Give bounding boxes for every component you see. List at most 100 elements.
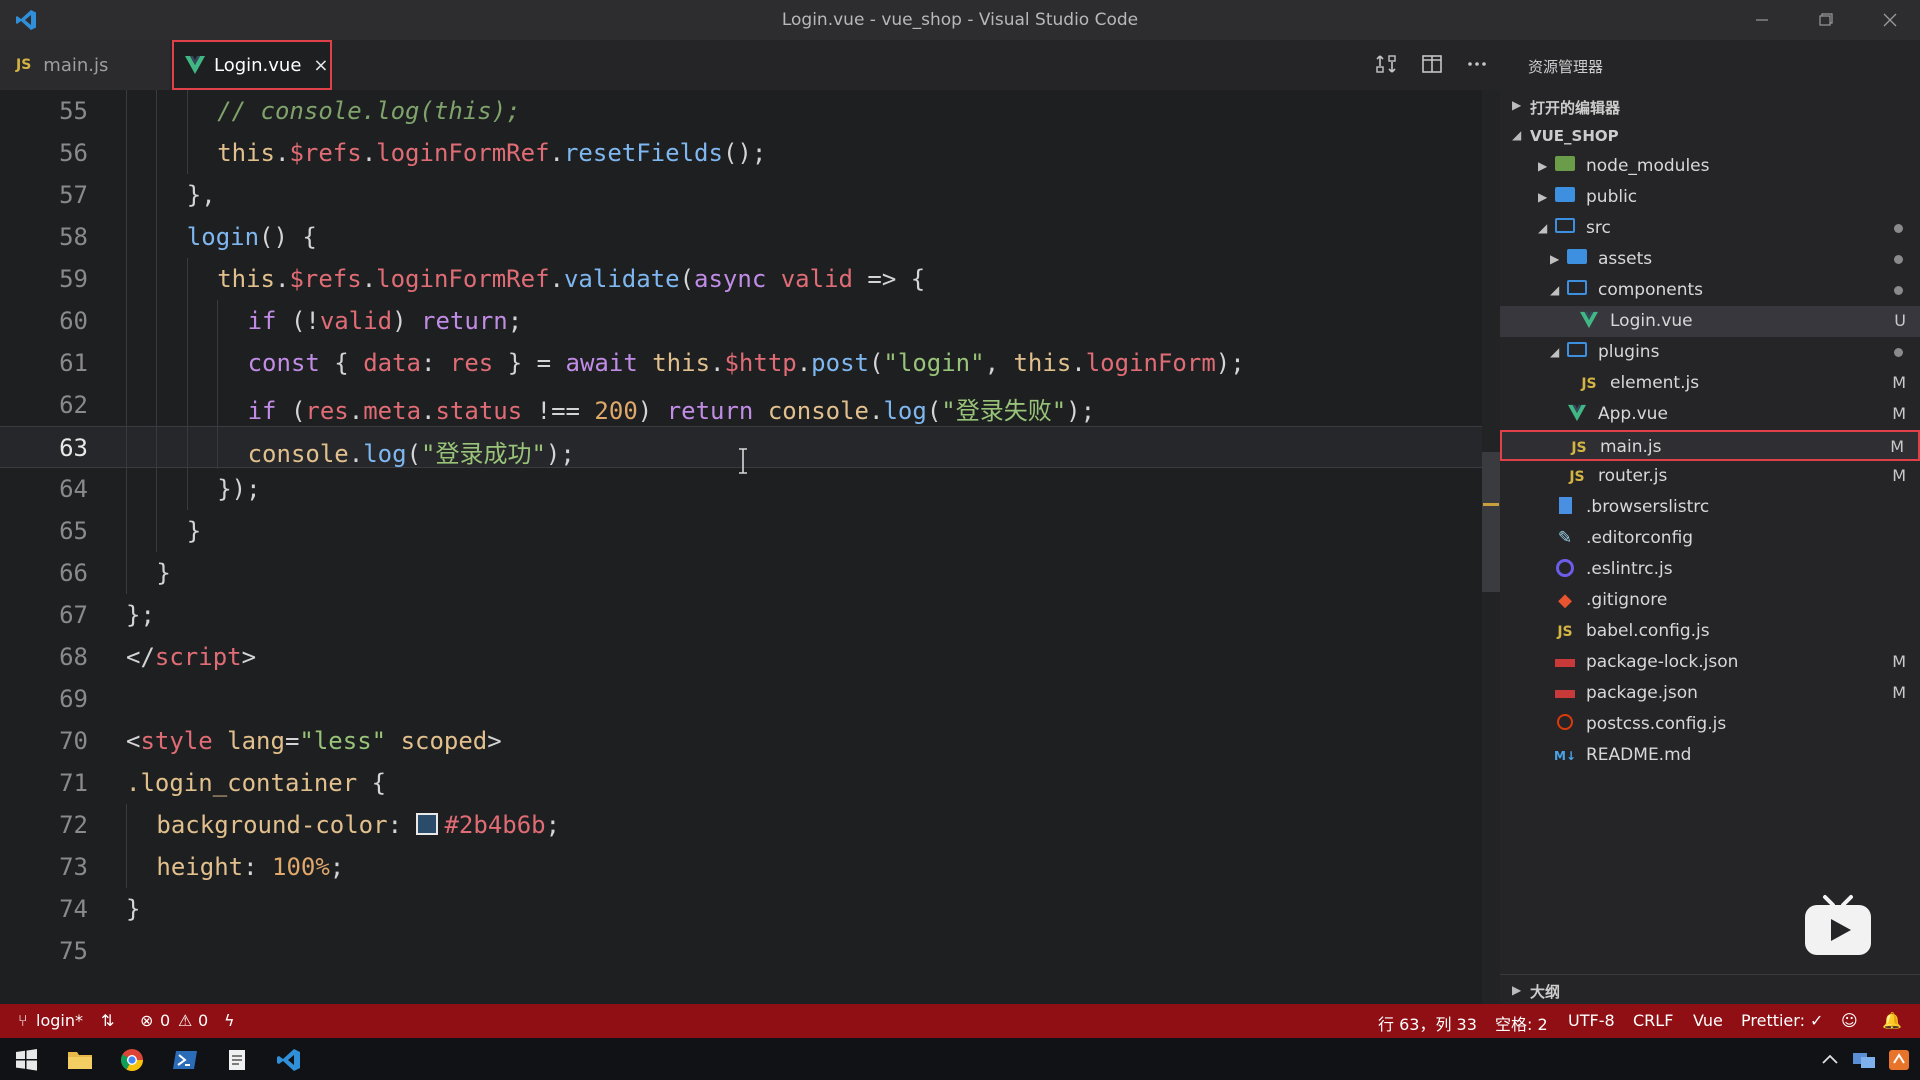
code-text: }; (126, 601, 155, 629)
tab-login-vue[interactable]: Login.vue × (172, 40, 332, 90)
code-line[interactable]: 65} (0, 510, 1500, 552)
vscode-taskbar-icon[interactable] (267, 1043, 311, 1077)
code-line[interactable]: 69 (0, 678, 1500, 720)
notifications-bell-icon[interactable]: 🔔 (1882, 1011, 1902, 1030)
code-line[interactable]: 72 background-color: #2b4b6b; (0, 804, 1500, 846)
code-line[interactable]: 66} (0, 552, 1500, 594)
indent-guide (126, 510, 127, 552)
chevron-right-icon[interactable]: ▶ (1550, 252, 1559, 266)
restore-icon[interactable] (1808, 6, 1844, 34)
close-window-icon[interactable] (1872, 6, 1908, 34)
git-status-badge: U (1894, 311, 1906, 330)
code-editor[interactable]: 55// console.log(this); 56 this.$refs.logi… (0, 90, 1500, 1004)
chrome-icon[interactable] (110, 1043, 154, 1077)
code-line[interactable]: 73 height: 100%; (0, 846, 1500, 888)
tree-item[interactable]: JS router.js M (1500, 461, 1920, 492)
code-token: ; (329, 853, 345, 881)
lightning-icon[interactable]: ϟ (224, 1011, 235, 1030)
code-line[interactable]: 57}, (0, 174, 1500, 216)
code-line[interactable]: 74} (0, 888, 1500, 930)
chevron-right-icon[interactable]: ▶ (1538, 190, 1547, 204)
error-icon[interactable]: ⊗ (140, 1011, 153, 1030)
error-count[interactable]: 0 (160, 1011, 170, 1030)
tree-item[interactable]: ▶ node_modules (1500, 151, 1920, 182)
tree-item[interactable]: ▶ public (1500, 182, 1920, 213)
line-ending[interactable]: CRLF (1633, 1011, 1673, 1030)
feedback-smiley-icon[interactable]: ☺ (1841, 1011, 1858, 1030)
tree-item[interactable]: ◆ .gitignore (1500, 585, 1920, 616)
code-line[interactable]: 55 // console.log(this); (0, 90, 1500, 132)
code-line[interactable]: 61 const { data: res } = await this.$http… (0, 342, 1500, 384)
outline-section[interactable]: ▶ 大纲 (1500, 974, 1920, 1005)
warning-icon[interactable]: ⚠ (178, 1011, 192, 1030)
tree-item-label: src (1586, 218, 1611, 238)
git-branch-icon[interactable]: ⑂ (18, 1011, 28, 1030)
warning-count[interactable]: 0 (198, 1011, 208, 1030)
code-line[interactable]: 58 login() { (0, 216, 1500, 258)
code-token: ( (679, 265, 695, 293)
file-explorer-icon[interactable] (58, 1043, 102, 1077)
windows-start-icon[interactable] (4, 1043, 48, 1077)
cursor-position[interactable]: 行 63，列 33 (1378, 1011, 1477, 1035)
code-token: ; (545, 811, 561, 839)
code-line[interactable]: 68 </script> (0, 636, 1500, 678)
split-editor-icon[interactable] (1420, 52, 1444, 76)
tree-item[interactable]: App.vue M (1500, 399, 1920, 430)
encoding[interactable]: UTF-8 (1568, 1011, 1615, 1030)
chevron-down-icon[interactable]: ◢ (1550, 345, 1559, 359)
chevron-down-icon[interactable]: ◢ (1538, 221, 1547, 235)
more-actions-icon[interactable] (1465, 52, 1489, 76)
tree-item[interactable]: ✎ .editorconfig (1500, 523, 1920, 554)
tree-item[interactable]: package.json M (1500, 678, 1920, 709)
tree-item[interactable]: ▶ assets (1500, 244, 1920, 275)
source-control-compare-icon[interactable] (1374, 52, 1398, 76)
prettier-status[interactable]: Prettier: ✓ (1741, 1011, 1823, 1030)
tree-item[interactable]: JS element.js M (1500, 368, 1920, 399)
color-swatch-icon[interactable] (416, 813, 439, 835)
code-token: if (247, 397, 277, 425)
chevron-down-icon[interactable]: ◢ (1550, 283, 1559, 297)
indent-guide (156, 90, 158, 132)
tree-item[interactable]: ◢ plugins (1500, 337, 1920, 368)
sync-icon[interactable]: ⇅ (101, 1011, 114, 1030)
tree-item[interactable]: ◢ components (1500, 275, 1920, 306)
chevron-right-icon[interactable]: ▶ (1538, 159, 1547, 173)
project-section[interactable]: ◢ VUE_SHOP (1500, 121, 1920, 151)
code-line[interactable]: 60 if (!valid) return; (0, 300, 1500, 342)
tray-app-icon[interactable] (1878, 1043, 1920, 1077)
code-line[interactable]: 71 .login_container { (0, 762, 1500, 804)
line-number: 68 (59, 643, 88, 671)
line-number: 55 (59, 97, 88, 125)
minimize-icon[interactable] (1744, 6, 1780, 34)
close-tab-icon[interactable]: × (313, 55, 328, 76)
tree-item[interactable]: postcss.config.js (1500, 709, 1920, 740)
editor-scrollbar-thumb[interactable] (1482, 452, 1500, 592)
tree-item[interactable]: ◢ src (1500, 213, 1920, 244)
powershell-icon[interactable] (163, 1043, 207, 1077)
tree-item[interactable]: package-lock.json M (1500, 647, 1920, 678)
tab-main-js[interactable]: JS main.js (0, 40, 170, 90)
tree-item[interactable]: M↓ README.md (1500, 740, 1920, 771)
code-line[interactable]: 70 <style lang="less" scoped> (0, 720, 1500, 762)
code-line[interactable]: 56 this.$refs.loginFormRef.resetFields(); (0, 132, 1500, 174)
code-line[interactable]: 67}; (0, 594, 1500, 636)
tree-item[interactable]: Login.vue U (1500, 306, 1920, 337)
code-token: $http (724, 349, 797, 377)
git-branch-label[interactable]: login* (36, 1011, 83, 1030)
open-editors-section[interactable]: ▶ 打开的编辑器 (1500, 91, 1920, 121)
code-token: if (247, 307, 277, 335)
tree-item[interactable]: .browserslistrc (1500, 492, 1920, 523)
code-token: => { (852, 265, 926, 293)
indent-setting[interactable]: 空格: 2 (1495, 1011, 1548, 1035)
tree-item[interactable]: .eslintrc.js (1500, 554, 1920, 585)
tree-item[interactable]: JS main.js M (1500, 430, 1920, 461)
language-mode[interactable]: Vue (1693, 1011, 1723, 1030)
notepad-icon[interactable] (215, 1043, 259, 1077)
tree-item[interactable]: JS babel.config.js (1500, 616, 1920, 647)
current-code-line[interactable]: 63 console.log("登录成功"); (0, 426, 1500, 469)
code-line[interactable]: 59 this.$refs.loginFormRef.validate(async… (0, 258, 1500, 300)
code-line[interactable]: 62 if (res.meta.status !== 200) return co… (0, 384, 1500, 426)
code-line[interactable]: 75 (0, 930, 1500, 972)
code-token: valid (780, 265, 853, 293)
code-line[interactable]: 64}); (0, 468, 1500, 510)
